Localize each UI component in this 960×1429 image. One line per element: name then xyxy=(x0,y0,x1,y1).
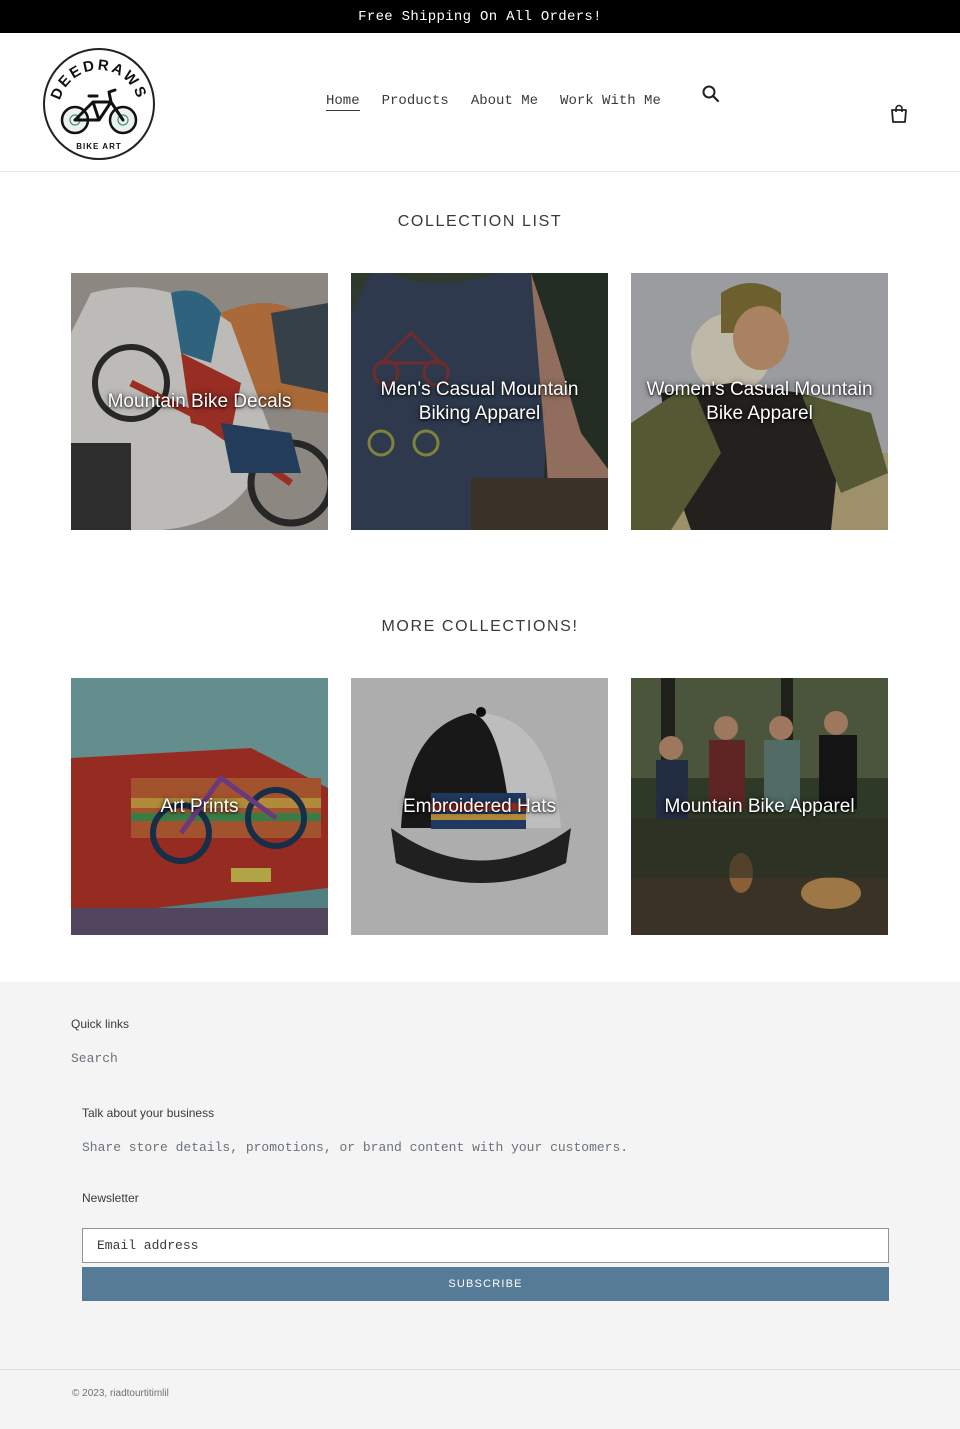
collection-card-label: Men's Casual Mountain Biking Apparel xyxy=(380,378,579,424)
collection-card-label: Mountain Bike Decals xyxy=(107,390,292,412)
business-heading: Talk about your business xyxy=(82,1106,215,1120)
site-footer: Quick links Search Talk about your busin… xyxy=(0,982,960,1429)
email-input-placeholder: Email address xyxy=(97,1238,199,1253)
collection-card-mountain-bike-decals[interactable]: Mountain Bike Decals xyxy=(71,273,328,530)
footer-link-search[interactable]: Search xyxy=(71,1051,118,1066)
nav-work-with-me[interactable]: Work With Me xyxy=(560,93,661,111)
logo-graphic: DEEDRAWS BIKE ART xyxy=(48,57,151,151)
collection-card-label: Women's Casual Mountain Bike Apparel xyxy=(646,378,873,424)
nav-products[interactable]: Products xyxy=(382,93,449,111)
collection-card-womens-casual-apparel[interactable]: Women's Casual Mountain Bike Apparel xyxy=(631,273,888,530)
more-collections-title: MORE COLLECTIONS! xyxy=(381,618,579,635)
business-text: Share store details, promotions, or bran… xyxy=(82,1140,629,1155)
email-input[interactable]: Email address xyxy=(82,1228,889,1263)
logo-tagline: BIKE ART xyxy=(76,142,121,151)
subscribe-button[interactable]: SUBSCRIBE xyxy=(82,1267,889,1301)
collection-card-label: Embroidered Hats xyxy=(402,795,557,817)
collection-list-title: COLLECTION LIST xyxy=(397,213,563,230)
quick-links-heading: Quick links xyxy=(71,1017,130,1031)
collection-card-mountain-bike-apparel[interactable]: Mountain Bike Apparel xyxy=(631,678,888,935)
collection-card-art-prints[interactable]: Art Prints xyxy=(71,678,328,935)
collection-card-label: Art Prints xyxy=(160,795,239,817)
search-icon xyxy=(702,85,720,103)
footer-divider xyxy=(0,1369,960,1370)
collection-card-embroidered-hats[interactable]: Embroidered Hats xyxy=(351,678,608,935)
search-button[interactable] xyxy=(700,83,722,105)
logo-name: DEEDRAWS xyxy=(48,57,148,103)
announcement-bar: Free Shipping On All Orders! xyxy=(0,0,960,33)
main-nav: Home Products About Me Work With Me xyxy=(326,93,661,111)
copyright-text: © 2023, riadtourtitimlil xyxy=(72,1388,169,1399)
cart-button[interactable] xyxy=(888,103,910,125)
collection-card-label: Mountain Bike Apparel xyxy=(664,795,855,817)
site-logo[interactable]: DEEDRAWS BIKE ART xyxy=(43,48,155,160)
collection-card-mens-casual-apparel[interactable]: Men's Casual Mountain Biking Apparel xyxy=(351,273,608,530)
announcement-text: Free Shipping On All Orders! xyxy=(358,8,602,25)
cart-icon xyxy=(891,104,907,123)
nav-home[interactable]: Home xyxy=(326,93,360,111)
svg-text:DEEDRAWS: DEEDRAWS xyxy=(48,57,151,103)
nav-about-me[interactable]: About Me xyxy=(471,93,538,111)
site-header: DEEDRAWS BIKE ART Home Products About Me… xyxy=(0,33,960,172)
newsletter-heading: Newsletter xyxy=(82,1191,139,1205)
